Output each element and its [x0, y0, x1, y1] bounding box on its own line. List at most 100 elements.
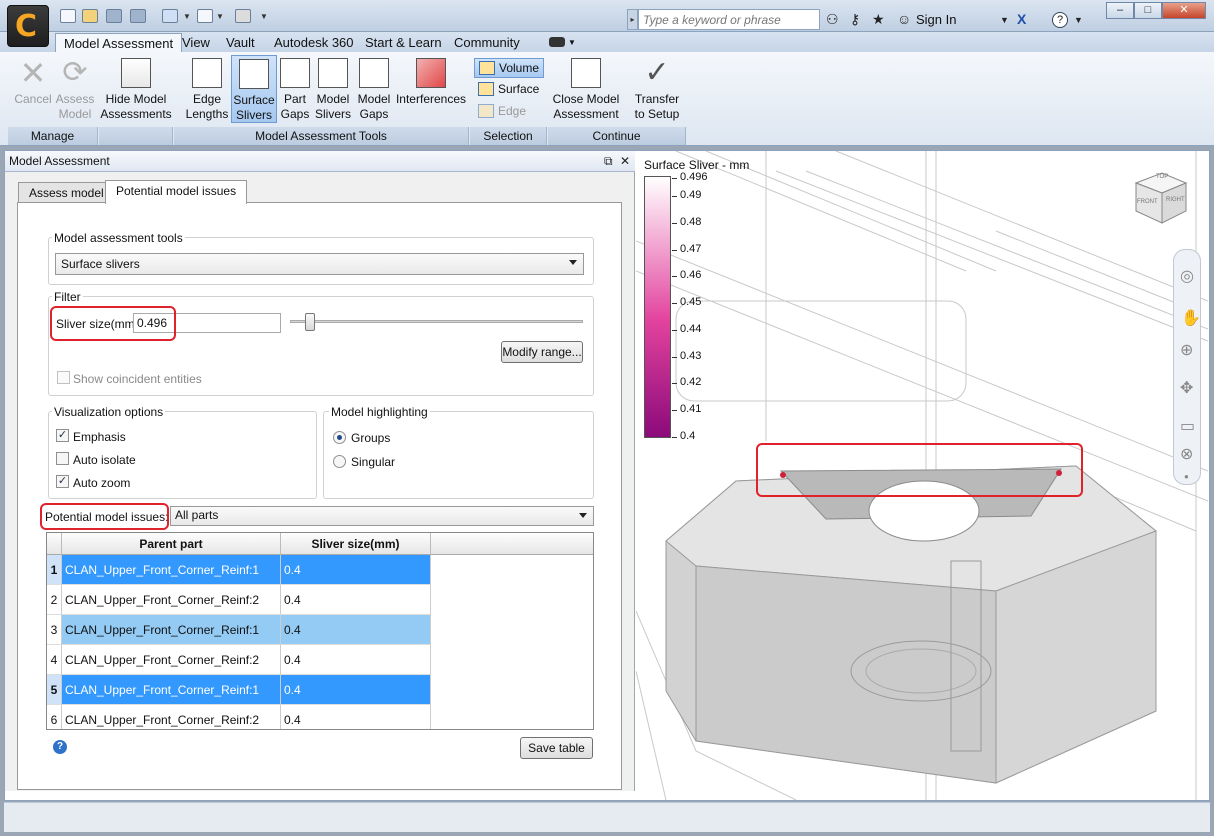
hide-label-1: Hide Model: [105, 92, 167, 106]
customize-qat-icon[interactable]: ▼: [260, 12, 268, 21]
column-header-parent-part[interactable]: Parent part: [62, 533, 281, 555]
look-at-icon[interactable]: ▭: [1180, 416, 1195, 436]
float-panel-icon[interactable]: ⧉: [604, 154, 613, 169]
table-row[interactable]: 4 CLAN_Upper_Front_Corner_Reinf:2 0.4: [47, 645, 593, 675]
chevron-down-icon: [579, 513, 587, 518]
help-icon[interactable]: ?: [53, 740, 67, 754]
edge-icon: [478, 104, 494, 118]
view-extents-icon[interactable]: ⊗: [1180, 444, 1193, 464]
legend-title: Surface Sliver - mm: [644, 158, 750, 172]
assess-model-button[interactable]: ⟳ Assess Model: [55, 55, 95, 123]
part-gaps-button[interactable]: Part Gaps: [277, 55, 313, 123]
zoom-icon[interactable]: ⊕: [1180, 340, 1193, 360]
table-row[interactable]: 3 CLAN_Upper_Front_Corner_Reinf:1 0.4: [47, 615, 593, 645]
auto-zoom-checkbox[interactable]: ✓: [56, 475, 69, 488]
group-selection: Selection: [470, 127, 547, 145]
close-label-1: Close Model: [552, 92, 620, 106]
table-row[interactable]: 2 CLAN_Upper_Front_Corner_Reinf:2 0.4: [47, 585, 593, 615]
table-row[interactable]: 6 CLAN_Upper_Front_Corner_Reinf:2 0.4: [47, 705, 593, 729]
close-model-assessment-button[interactable]: Close Model Assessment: [550, 55, 622, 123]
model-body: [665, 465, 1157, 784]
tab-assess-model[interactable]: Assess model: [18, 182, 115, 203]
cell-sliver-size: 0.4: [281, 555, 431, 585]
orbit-icon[interactable]: ✥: [1180, 378, 1193, 398]
checkmark-icon: ✓: [644, 56, 670, 89]
close-panel-icon[interactable]: ✕: [620, 154, 630, 168]
search-expand-icon[interactable]: ▸: [627, 9, 638, 30]
steering-wheel-icon[interactable]: ◎: [1180, 266, 1194, 286]
emphasis-checkbox[interactable]: ✓: [56, 429, 69, 442]
save-table-button[interactable]: Save table: [520, 737, 593, 759]
assess-label-2: Model: [58, 107, 92, 121]
sign-in-dropdown-icon[interactable]: ▼: [1000, 15, 1009, 25]
selection-edge-button[interactable]: Edge: [474, 102, 544, 122]
search-input[interactable]: Type a keyword or phrase: [638, 9, 820, 30]
application-menu-button[interactable]: C: [7, 5, 49, 47]
column-header-sliver-size[interactable]: Sliver size(mm): [281, 533, 431, 555]
model-slivers-button[interactable]: Model Slivers: [313, 55, 353, 123]
maximize-button[interactable]: □: [1134, 2, 1162, 19]
new-file-icon[interactable]: [60, 9, 76, 23]
hide-model-assessments-button[interactable]: Hide Model Assessments: [100, 55, 172, 123]
ribbon-options-icon[interactable]: [549, 37, 565, 47]
binoculars-icon[interactable]: ⚇: [826, 11, 839, 28]
key-icon[interactable]: ⚷: [850, 11, 860, 28]
show-coincident-checkbox[interactable]: [57, 371, 70, 384]
save-as-icon[interactable]: [130, 9, 146, 23]
help-icon[interactable]: ?: [1052, 12, 1068, 28]
row-number: 4: [47, 645, 62, 675]
dropdown-arrow-icon[interactable]: ▼: [216, 12, 224, 21]
sliver-slider-thumb[interactable]: [304, 313, 315, 331]
open-folder-icon[interactable]: [82, 9, 98, 23]
exchange-icon[interactable]: X: [1017, 11, 1026, 27]
cancel-button[interactable]: ✕ Cancel: [11, 55, 55, 123]
model-slivers-icon: [318, 58, 348, 88]
part-label-1: Part: [283, 92, 306, 106]
singular-radio[interactable]: [333, 455, 346, 468]
tab-view[interactable]: View: [174, 33, 218, 52]
table-row[interactable]: 5 CLAN_Upper_Front_Corner_Reinf:1 0.4: [47, 675, 593, 705]
parts-filter-select[interactable]: All parts: [170, 506, 594, 526]
view-cube-top: TOP: [1156, 174, 1169, 180]
selection-volume-button[interactable]: Volume: [474, 58, 544, 78]
tab-autodesk-360[interactable]: Autodesk 360: [266, 33, 362, 52]
tab-potential-model-issues[interactable]: Potential model issues: [105, 180, 248, 204]
tab-start-learn[interactable]: Start & Learn: [357, 33, 450, 52]
edge-lengths-button[interactable]: Edge Lengths: [183, 55, 231, 123]
minimize-button[interactable]: –: [1106, 2, 1134, 19]
group-model-assessment-tools: Model Assessment Tools: [174, 127, 469, 145]
dropdown-arrow-icon[interactable]: ▼: [183, 12, 191, 21]
table-row[interactable]: 1 CLAN_Upper_Front_Corner_Reinf:1 0.4: [47, 555, 593, 585]
settings-icon[interactable]: [235, 9, 251, 23]
help-dropdown-icon[interactable]: ▼: [1074, 15, 1083, 25]
legend-tick-label: 0.496: [680, 171, 708, 183]
ribbon-options-dropdown-icon[interactable]: ▼: [568, 38, 576, 47]
tab-vault[interactable]: Vault: [218, 33, 263, 52]
close-window-button[interactable]: ✕: [1162, 2, 1206, 19]
surface-slivers-button[interactable]: Surface Slivers: [231, 55, 277, 123]
auto-isolate-checkbox[interactable]: [56, 452, 69, 465]
pan-hand-icon[interactable]: ✋: [1181, 308, 1201, 328]
nav-bar-options-icon[interactable]: ●: [1184, 472, 1189, 481]
view-cube-front: FRONT: [1137, 199, 1158, 205]
star-icon[interactable]: ★: [872, 11, 885, 28]
transfer-to-setup-button[interactable]: ✓ Transfer to Setup: [628, 55, 686, 123]
cube-icon[interactable]: [197, 9, 213, 23]
sliver-slider-track[interactable]: [290, 320, 583, 323]
groups-radio[interactable]: [333, 431, 346, 444]
legend-tick-label: 0.44: [680, 322, 702, 335]
3d-viewport[interactable]: Surface Sliver - mm 0.496 0.49 0.48 0.47 0.4…: [636, 151, 1208, 800]
select-icon[interactable]: [162, 9, 178, 23]
tab-community[interactable]: Community: [446, 33, 528, 52]
save-icon[interactable]: [106, 9, 122, 23]
interferences-button[interactable]: Interferences: [395, 55, 467, 123]
legend-tick-label: 0.45: [680, 296, 702, 309]
selection-surface-button[interactable]: Surface: [474, 80, 544, 100]
view-cube[interactable]: TOP FRONT RIGHT: [1132, 169, 1190, 227]
tab-model-assessment[interactable]: Model Assessment: [55, 33, 183, 52]
modify-range-button[interactable]: Modify range...: [501, 341, 583, 363]
interferences-label: Interferences: [395, 92, 467, 106]
assessment-tool-select[interactable]: Surface slivers: [55, 253, 584, 275]
model-gaps-button[interactable]: Model Gaps: [354, 55, 394, 123]
sign-in-link[interactable]: Sign In: [916, 12, 956, 27]
